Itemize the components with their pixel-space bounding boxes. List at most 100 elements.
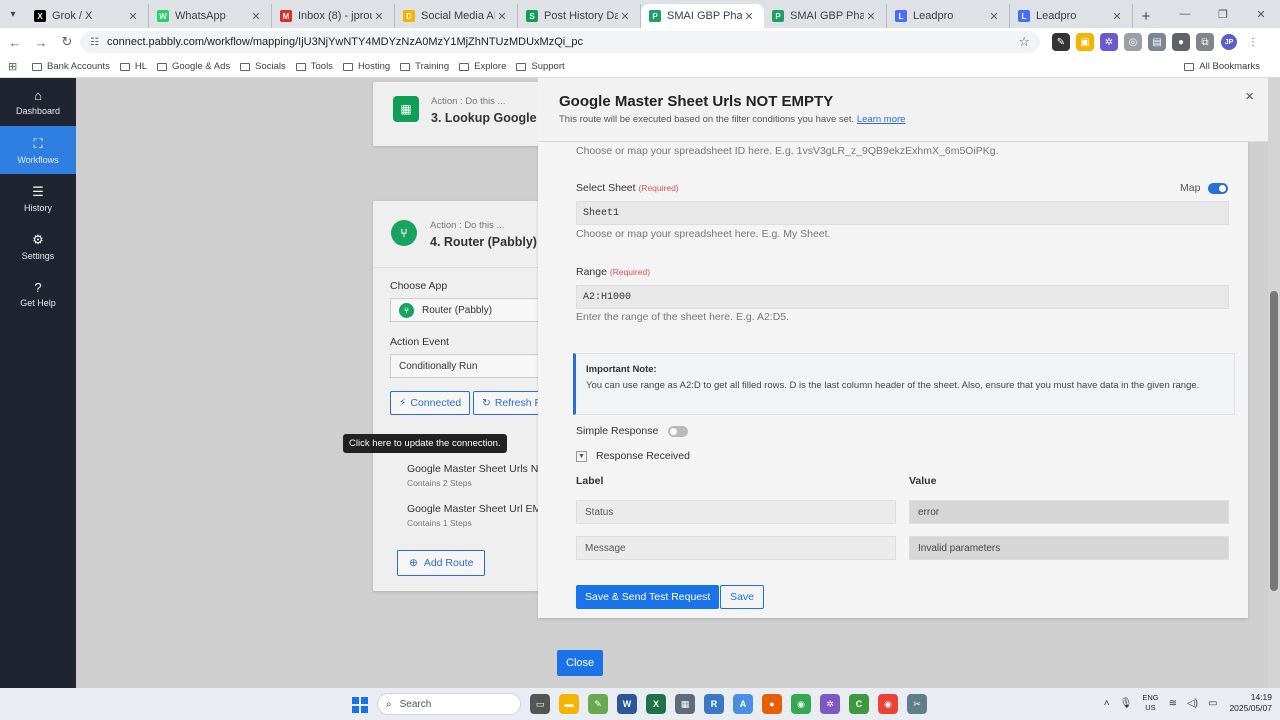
route-item[interactable]: Google Master Sheet Url EMPT Contains 1 S… (407, 503, 555, 528)
gear-extension-icon[interactable]: ✲ (1100, 33, 1118, 51)
response-label-field[interactable]: Message (576, 536, 896, 560)
excel-icon[interactable]: X (646, 694, 666, 714)
yellow-extension-icon[interactable]: ▣ (1076, 33, 1094, 51)
file-explorer-icon[interactable]: ▬ (559, 694, 579, 714)
sidebar-item-history[interactable]: ☰ History (0, 174, 76, 222)
tab-close-icon[interactable]: ✕ (864, 10, 878, 23)
battery-icon[interactable]: ▭ (1208, 698, 1217, 709)
route-item[interactable]: Google Master Sheet Urls NOT Contains 2 S… (407, 463, 553, 488)
browser-tab[interactable]: W WhatsApp ✕ (149, 4, 272, 28)
close-button[interactable]: Close (557, 650, 604, 676)
address-bar[interactable]: ☷ connect.pabbly.com/workflow/mapping/Ij… (80, 31, 1040, 53)
browser-tab[interactable]: D Social Media AI Auto✕ (395, 4, 518, 28)
bookmark-folder[interactable]: Explore (459, 61, 506, 72)
tab-close-icon[interactable]: ✕ (126, 10, 140, 23)
map-toggle[interactable] (1208, 182, 1229, 194)
bookmark-star-icon[interactable]: ☆ (1018, 34, 1030, 50)
browser-menu-icon[interactable]: ⋮ (1244, 33, 1262, 51)
tray-chevron-icon[interactable]: ˄ (1104, 698, 1110, 709)
response-value-field[interactable]: Invalid parameters (909, 536, 1229, 560)
apps-grid-icon[interactable]: ⊞ (8, 60, 20, 73)
step-3-card[interactable]: ▦ Action : Do this ... 3. Lookup Google … (373, 82, 544, 146)
response-received-toggle[interactable]: ▼ Response Received (576, 450, 690, 462)
response-value-field[interactable]: error (909, 500, 1229, 524)
forward-icon[interactable]: → (30, 31, 52, 53)
range-input[interactable]: A2:H1000 (576, 285, 1229, 309)
all-bookmarks[interactable]: All Bookmarks (1184, 61, 1260, 72)
app-a-icon[interactable]: A (733, 694, 753, 714)
bookmark-folder[interactable]: Bank Accounts (32, 61, 110, 72)
compass-extension-icon[interactable]: ◎ (1124, 33, 1142, 51)
tab-close-icon[interactable]: ✕ (618, 10, 632, 23)
bookmark-folder[interactable]: HL (119, 61, 147, 72)
photos-icon[interactable]: ✎ (588, 694, 608, 714)
site-info-icon[interactable]: ☷ (90, 37, 99, 48)
profile-avatar[interactable]: JP (1220, 33, 1238, 51)
browser-tab[interactable]: S Post History Databas✕ (518, 4, 641, 28)
grid-extension-icon[interactable]: ▤ (1148, 33, 1166, 51)
shield-extension-icon[interactable]: ● (1172, 33, 1190, 51)
close-window-icon[interactable]: ✕ (1242, 0, 1280, 28)
connected-button[interactable]: ⚡ Connected (390, 391, 471, 415)
new-tab-icon[interactable]: + (1133, 4, 1159, 28)
snipping-tool-icon[interactable]: ✂ (907, 694, 927, 714)
app-r-icon[interactable]: R (704, 694, 724, 714)
windows-start-icon[interactable] (352, 697, 368, 713)
bookmark-folder[interactable]: Hosting (342, 61, 390, 72)
add-route-button[interactable]: ⊕ Add Route (397, 550, 486, 576)
wifi-icon[interactable]: ≋ (1169, 698, 1177, 709)
sidebar-item-settings[interactable]: ⚙ Settings (0, 222, 76, 270)
browser-tab[interactable]: P SMAI GBP Phase 1 | P✕ (641, 4, 764, 28)
back-icon[interactable]: ← (4, 31, 26, 53)
sidebar-item-workflows[interactable]: ⛶ Workflows (0, 126, 76, 174)
reload-icon[interactable]: ↻ (56, 31, 78, 53)
tab-close-icon[interactable]: ✕ (742, 10, 756, 23)
app-c-icon[interactable]: C (849, 694, 869, 714)
bookmark-folder[interactable]: Support (516, 61, 565, 72)
select-sheet-input[interactable]: Sheet1 (576, 201, 1229, 225)
browser-tab[interactable]: X Grok / X ✕ (26, 4, 149, 28)
choose-app-select[interactable]: ⑂ Router (Pabbly) (390, 298, 543, 322)
sidebar-item-get-help[interactable]: ? Get Help (0, 270, 76, 318)
action-event-select[interactable]: Conditionally Run (390, 354, 543, 378)
browser-tab[interactable]: M Inbox (8) - jproux@le✕ (272, 4, 395, 28)
bookmark-folder[interactable]: Socials (240, 61, 286, 72)
chrome-active-icon[interactable]: ◉ (878, 694, 898, 714)
tab-search-icon[interactable]: ▾ (4, 5, 22, 23)
scrollbar[interactable] (1268, 78, 1280, 688)
tab-close-icon[interactable]: ✕ (372, 10, 386, 23)
sidebar-item-dashboard[interactable]: ⌂ Dashboard (0, 78, 76, 126)
close-modal-icon[interactable]: × (1245, 88, 1254, 105)
scrollbar-thumb[interactable] (1270, 291, 1278, 591)
puzzle-icon[interactable]: ⧉ (1196, 33, 1214, 51)
response-label-field[interactable]: Status (576, 500, 896, 524)
microphone-icon[interactable]: 🎙 (1120, 698, 1133, 709)
browser-tab[interactable]: L Leadpro ✕ (1010, 4, 1133, 28)
bookmark-folder[interactable]: Training (400, 61, 449, 72)
task-view-icon[interactable]: ▭ (530, 694, 550, 714)
pen-extension-icon[interactable]: ✎ (1052, 33, 1070, 51)
restore-icon[interactable]: ❐ (1204, 0, 1242, 28)
save-send-test-button[interactable]: Save & Send Test Request (576, 585, 720, 609)
refresh-fields-button[interactable]: ↻ Refresh Fi (473, 391, 543, 415)
clock[interactable]: 14:19 2025/05/07 (1229, 692, 1272, 714)
chrome-icon[interactable]: ◉ (791, 694, 811, 714)
tab-close-icon[interactable]: ✕ (249, 10, 263, 23)
minimize-icon[interactable]: — (1166, 0, 1204, 28)
simple-response-toggle[interactable] (668, 425, 689, 437)
volume-icon[interactable]: ◁) (1187, 698, 1198, 709)
bookmark-folder[interactable]: Google & Ads (157, 61, 230, 72)
tab-close-icon[interactable]: ✕ (495, 10, 509, 23)
tab-close-icon[interactable]: ✕ (987, 10, 1001, 23)
firefox-icon[interactable]: ● (762, 694, 782, 714)
language-indicator[interactable]: ENG US (1142, 693, 1158, 713)
bookmark-folder[interactable]: Tools (295, 61, 333, 72)
save-button[interactable]: Save (720, 585, 764, 609)
settings-app-icon[interactable]: ✲ (820, 694, 840, 714)
learn-more-link[interactable]: Learn more (857, 114, 906, 125)
browser-tab[interactable]: P SMAI GBP Phase 2 | P✕ (764, 4, 887, 28)
calculator-icon[interactable]: ▦ (675, 694, 695, 714)
tab-close-icon[interactable]: ✕ (1110, 10, 1124, 23)
word-icon[interactable]: W (617, 694, 637, 714)
browser-tab[interactable]: L Leadpro ✕ (887, 4, 1010, 28)
